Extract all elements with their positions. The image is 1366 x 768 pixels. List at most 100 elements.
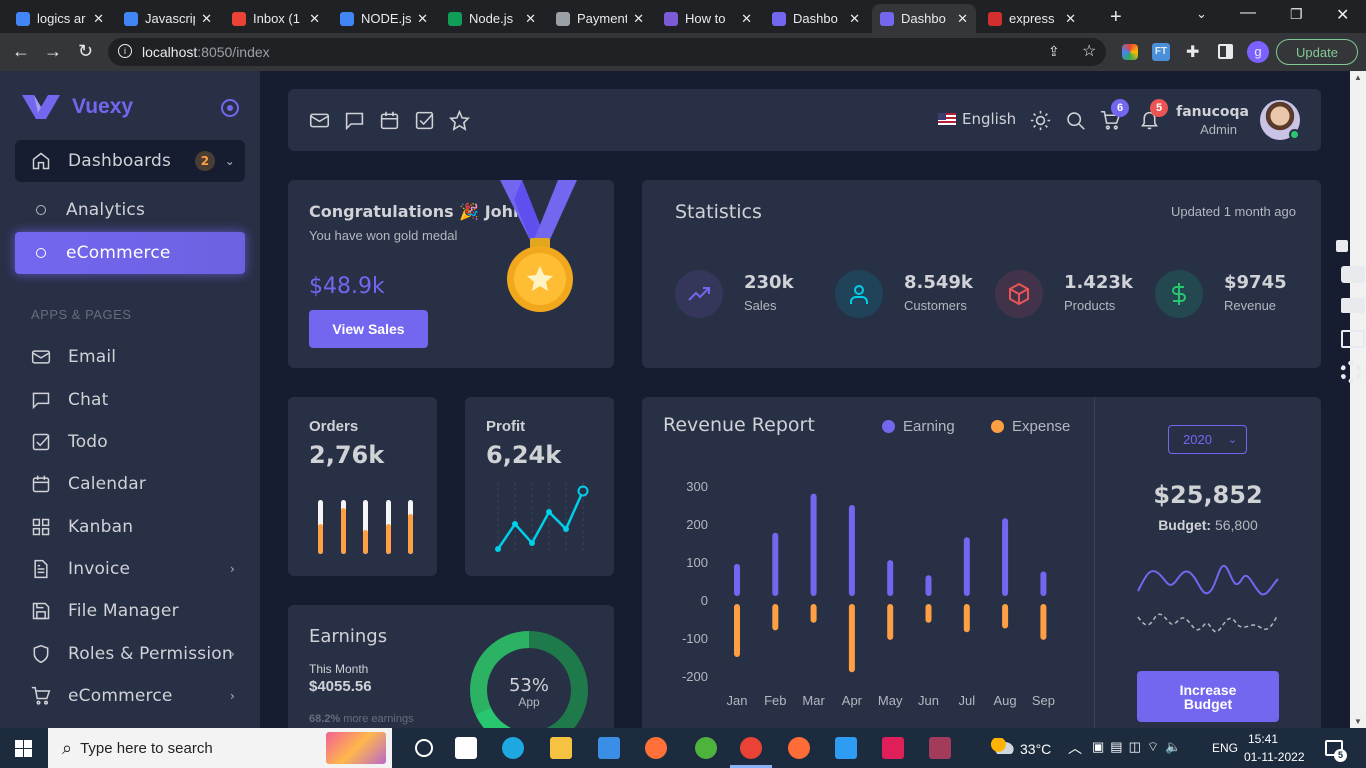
weather-icon[interactable] bbox=[990, 738, 1014, 754]
temperature[interactable]: 33°C bbox=[1020, 741, 1051, 757]
chrome-icon[interactable] bbox=[740, 737, 762, 759]
earning-bar bbox=[772, 532, 779, 596]
sidebar-item-dashboards[interactable]: Dashboards 2 ⌄ bbox=[15, 140, 245, 182]
browser-tab[interactable]: Node.js ✕ bbox=[440, 4, 544, 33]
info-icon[interactable]: i bbox=[118, 44, 132, 58]
circle-icon bbox=[36, 248, 46, 258]
view-sales-button[interactable]: View Sales bbox=[309, 310, 428, 348]
calendar-icon[interactable] bbox=[379, 110, 400, 131]
tab-search-icon[interactable]: ⌄ bbox=[1196, 6, 1207, 22]
minimize-button[interactable]: — bbox=[1240, 4, 1256, 22]
firefox-icon[interactable] bbox=[645, 737, 667, 759]
edge-icon[interactable] bbox=[502, 737, 524, 759]
circle-icon bbox=[36, 205, 46, 215]
close-tab-icon[interactable]: ✕ bbox=[741, 11, 752, 27]
close-tab-icon[interactable]: ✕ bbox=[849, 11, 860, 27]
browser-tab[interactable]: Payment ✕ bbox=[548, 4, 652, 33]
sidebar-toggle-icon[interactable] bbox=[221, 99, 239, 117]
share-icon[interactable]: ⇪ bbox=[1048, 43, 1060, 60]
restore-button[interactable]: ❐ bbox=[1290, 6, 1303, 23]
search-icon[interactable] bbox=[1065, 110, 1086, 131]
side-panel-icon[interactable] bbox=[1218, 44, 1233, 59]
sidebar-item-invoice[interactable]: Invoice › bbox=[15, 548, 245, 590]
mongodb-icon[interactable] bbox=[695, 737, 717, 759]
year-select[interactable]: 2020 ⌄ bbox=[1168, 425, 1247, 454]
sidebar-item-chat[interactable]: Chat bbox=[15, 379, 245, 421]
extensions-puzzle-icon[interactable]: ✚ bbox=[1186, 42, 1199, 62]
orders-card: Orders 2,76k bbox=[288, 397, 437, 576]
bookmark-star-icon[interactable]: ☆ bbox=[1082, 41, 1096, 61]
camera-icon[interactable] bbox=[1341, 266, 1365, 283]
mail-icon[interactable] bbox=[309, 110, 330, 131]
pin-icon[interactable] bbox=[1336, 240, 1348, 252]
close-tab-icon[interactable]: ✕ bbox=[309, 11, 320, 27]
profit-card: Profit 6,24k bbox=[465, 397, 614, 576]
earning-bar bbox=[887, 560, 894, 596]
profile-avatar[interactable]: g bbox=[1247, 41, 1269, 63]
close-window-button[interactable]: ✕ bbox=[1336, 5, 1349, 25]
sidebar-item-ecommerce[interactable]: eCommerce › bbox=[15, 675, 245, 717]
brand-logo[interactable]: Vuexy bbox=[22, 95, 133, 119]
clock-time[interactable]: 15:41 bbox=[1248, 732, 1278, 746]
windows-start-icon[interactable] bbox=[15, 740, 32, 757]
file-explorer-icon[interactable] bbox=[550, 737, 572, 759]
browser-tab[interactable]: How to ✕ bbox=[656, 4, 760, 33]
vscode-icon[interactable] bbox=[835, 737, 857, 759]
browser-tab[interactable]: Inbox (1 ✕ bbox=[224, 4, 328, 33]
show-hidden-icons[interactable]: ︿ bbox=[1068, 738, 1082, 758]
browser-tab[interactable]: logics ar ✕ bbox=[8, 4, 112, 33]
close-tab-icon[interactable]: ✕ bbox=[93, 11, 104, 27]
sidebar-item-ecommerce-dashboard[interactable]: eCommerce bbox=[15, 232, 245, 274]
clock-date[interactable]: 01-11-2022 bbox=[1244, 750, 1305, 764]
sidebar-item-analytics[interactable]: Analytics bbox=[15, 189, 245, 231]
star-icon[interactable] bbox=[449, 110, 470, 131]
close-tab-icon[interactable]: ✕ bbox=[417, 11, 428, 27]
page-scrollbar[interactable]: ▲ ▼ bbox=[1350, 71, 1366, 728]
extension-ft-icon[interactable]: FT bbox=[1152, 43, 1170, 61]
close-tab-icon[interactable]: ✕ bbox=[633, 11, 644, 27]
scroll-down-arrow[interactable]: ▼ bbox=[1354, 717, 1362, 726]
tray-icons[interactable]: ▣▤◫⌔🔈 bbox=[1092, 739, 1187, 755]
user-name[interactable]: fanucoqa bbox=[1176, 104, 1249, 120]
update-button[interactable]: Update bbox=[1276, 39, 1358, 65]
reload-icon[interactable]: ↻ bbox=[78, 41, 93, 62]
video-icon[interactable] bbox=[1341, 298, 1365, 313]
gear-icon[interactable] bbox=[1340, 361, 1362, 383]
browser-tab[interactable]: NODE.js ✕ bbox=[332, 4, 436, 33]
taskbar-search-box[interactable]: ⌕ Type here to search bbox=[48, 728, 392, 768]
save-icon bbox=[32, 602, 50, 620]
gallery-icon[interactable] bbox=[1341, 330, 1365, 348]
sidebar-item-todo[interactable]: Todo bbox=[15, 421, 245, 463]
slack-icon[interactable] bbox=[882, 737, 904, 759]
task-view-icon[interactable] bbox=[415, 739, 433, 757]
input-language[interactable]: ENG bbox=[1212, 741, 1238, 755]
scroll-up-arrow[interactable]: ▲ bbox=[1354, 73, 1362, 82]
increase-budget-button[interactable]: Increase Budget bbox=[1137, 671, 1279, 722]
widgets-icon[interactable] bbox=[455, 737, 477, 759]
sidebar-item-roles-permission[interactable]: Roles & Permission › bbox=[15, 633, 245, 675]
sidebar-item-file-manager[interactable]: File Manager bbox=[15, 590, 245, 632]
close-tab-icon[interactable]: ✕ bbox=[525, 11, 536, 27]
sun-icon[interactable] bbox=[1030, 110, 1051, 131]
browser-tab[interactable]: Javascrip ✕ bbox=[116, 4, 220, 33]
close-tab-icon[interactable]: ✕ bbox=[1065, 11, 1076, 27]
forward-icon[interactable]: → bbox=[44, 41, 62, 62]
close-tab-icon[interactable]: ✕ bbox=[201, 11, 212, 27]
address-bar[interactable]: i localhost:8050/index ⇪ ☆ bbox=[108, 38, 1106, 66]
sidebar-item-calendar[interactable]: Calendar bbox=[15, 463, 245, 505]
close-tab-icon[interactable]: ✕ bbox=[957, 11, 968, 27]
sidebar-item-kanban[interactable]: Kanban bbox=[15, 506, 245, 548]
browser-tab[interactable]: express ✕ bbox=[980, 4, 1084, 33]
back-icon[interactable]: ← bbox=[12, 41, 30, 62]
browser-tab[interactable]: Dashbo ✕ bbox=[872, 4, 976, 33]
postman-icon[interactable] bbox=[788, 737, 810, 759]
sidebar-item-email[interactable]: Email bbox=[15, 336, 245, 378]
chat-icon[interactable] bbox=[344, 110, 365, 131]
extension-colorful-icon[interactable] bbox=[1122, 44, 1138, 60]
mail-icon[interactable] bbox=[598, 737, 620, 759]
todo-icon[interactable] bbox=[414, 110, 435, 131]
winrar-icon[interactable] bbox=[929, 737, 951, 759]
language-selector[interactable]: English bbox=[938, 110, 1016, 128]
new-tab-button[interactable]: + bbox=[1110, 6, 1122, 29]
browser-tab[interactable]: Dashbo ✕ bbox=[764, 4, 868, 33]
